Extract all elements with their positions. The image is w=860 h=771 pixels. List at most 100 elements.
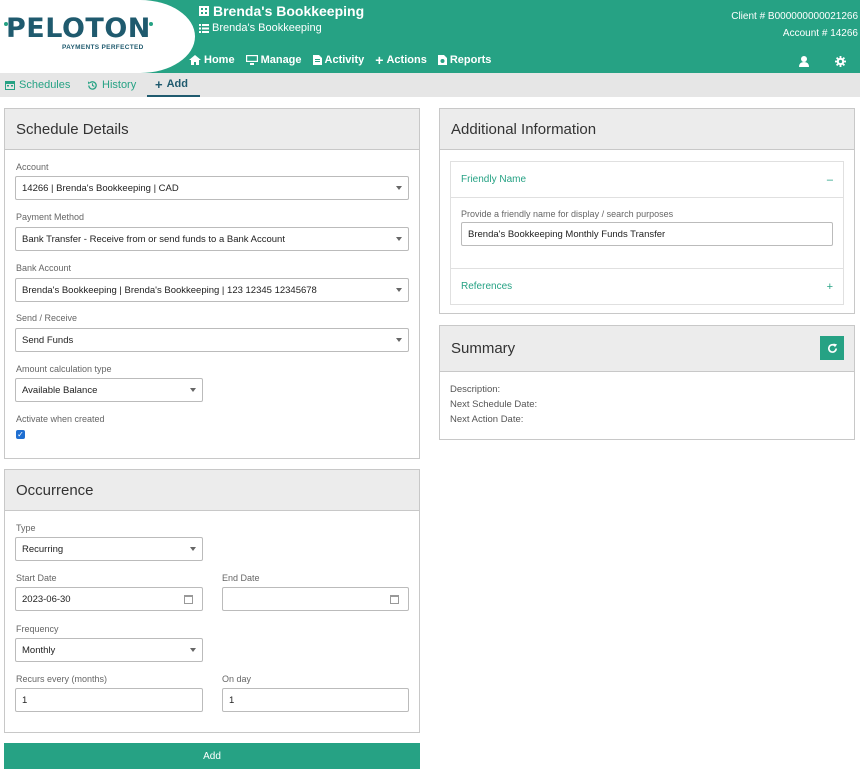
recurs-input[interactable]: 1 [15,688,203,712]
history-icon [87,80,97,90]
schedule-details-title: Schedule Details [5,109,419,150]
user-icon[interactable] [799,54,809,72]
logo-name: PELOTON [6,13,151,44]
on-day-value: 1 [229,694,235,706]
recurs-value: 1 [22,694,28,706]
tab-add[interactable]: + Add [147,73,200,97]
plus-icon: + [375,52,384,68]
tab-history[interactable]: History [87,73,136,97]
tab-schedules-label: Schedules [19,79,71,91]
account-select[interactable]: 14266 | Brenda's Bookkeeping | CAD [15,176,409,200]
tab-schedules[interactable]: Schedules [5,73,70,97]
business-title-text: Brenda's Bookkeeping [213,3,365,19]
chevron-down-icon [190,388,196,392]
collapse-icon[interactable]: – [827,174,833,186]
type-select[interactable]: Recurring [15,537,203,561]
payment-method-value: Bank Transfer - Receive from or send fun… [22,233,285,245]
on-day-label: On day [222,674,252,684]
activate-checkbox[interactable]: ✓ [16,430,25,439]
monitor-icon [245,55,258,65]
business-subtitle-text: Brenda's Bookkeeping [212,22,322,34]
start-date-label: Start Date [16,573,57,583]
main-nav: Home Manage Activity + Actions Reports [189,52,502,68]
refresh-icon [827,342,837,353]
additional-info-title: Additional Information [440,109,854,150]
friendly-name-header[interactable]: Friendly Name – [450,161,844,198]
end-date-label: End Date [222,573,260,583]
client-label: Client # [731,11,766,22]
add-button[interactable]: Add [4,743,420,769]
home-icon [189,55,201,65]
on-day-input[interactable]: 1 [222,688,409,712]
plus-icon: + [155,76,163,92]
send-receive-label: Send / Receive [16,313,78,323]
occurrence-title: Occurrence [5,470,419,511]
header-actions [799,54,846,72]
nav-activity[interactable]: Activity [312,54,365,66]
summary-next-action-label: Next Action Date: [450,414,524,425]
summary-panel: Summary Description: Next Schedule Date:… [439,325,855,440]
logo-tagline: PAYMENTS PERFECTED [62,44,144,51]
amount-calc-select[interactable]: Available Balance [15,378,203,402]
tab-history-label: History [102,79,137,91]
business-subtitle: Brenda's Bookkeeping [199,22,322,34]
calendar-icon [5,81,15,90]
client-number: B000000000021266 [767,11,858,22]
expand-icon[interactable]: + [827,281,833,293]
friendly-name-body: Provide a friendly name for display / se… [450,197,844,268]
bank-account-label: Bank Account [16,263,72,273]
references-header-label: References [461,281,513,292]
nav-actions[interactable]: + Actions [375,52,427,68]
document-icon [312,55,322,65]
nav-reports[interactable]: Reports [437,54,492,66]
chevron-down-icon [396,237,402,241]
logo[interactable]: PELOTON PAYMENTS PERFECTED [0,0,195,73]
logo-dot [149,22,153,26]
nav-home[interactable]: Home [189,54,235,66]
bank-account-value: Brenda's Bookkeeping | Brenda's Bookkeep… [22,284,317,296]
frequency-value: Monthly [22,644,56,656]
references-header[interactable]: References + [450,268,844,305]
chevron-down-icon [396,186,402,190]
type-value: Recurring [22,543,64,555]
payment-method-label: Payment Method [16,212,85,222]
account-label: Account # [782,28,828,39]
end-date-input[interactable] [222,587,409,611]
recurs-label: Recurs every (months) [16,674,108,684]
start-date-value: 2023-06-30 [22,593,71,605]
type-label: Type [16,523,36,533]
payment-method-select[interactable]: Bank Transfer - Receive from or send fun… [15,227,409,251]
chevron-down-icon [396,288,402,292]
nav-reports-label: Reports [449,54,492,66]
calendar-icon[interactable] [184,595,193,604]
summary-next-schedule-label: Next Schedule Date: [450,399,538,410]
report-icon [437,55,447,65]
calendar-icon[interactable] [390,595,399,604]
nav-manage-label: Manage [260,54,302,66]
chevron-down-icon [190,547,196,551]
nav-manage[interactable]: Manage [245,54,302,66]
building-icon [199,6,209,16]
bank-account-select[interactable]: Brenda's Bookkeeping | Brenda's Bookkeep… [15,278,409,302]
additional-info-panel: Additional Information Friendly Name – P… [439,108,855,314]
business-title: Brenda's Bookkeeping [199,3,364,19]
friendly-name-hint: Provide a friendly name for display / se… [461,209,674,219]
gear-icon[interactable] [835,54,846,72]
summary-description-label: Description: [450,384,501,395]
send-receive-value: Send Funds [22,334,74,346]
subtabs-bar: Schedules History + Add [0,73,860,97]
refresh-button[interactable] [820,336,844,360]
top-header: PELOTON PAYMENTS PERFECTED Brenda's Book… [0,0,860,73]
frequency-select[interactable]: Monthly [15,638,203,662]
start-date-input[interactable]: 2023-06-30 [15,587,203,611]
tab-add-label: Add [166,78,188,90]
chevron-down-icon [190,648,196,652]
nav-actions-label: Actions [386,54,427,66]
amount-calc-value: Available Balance [22,384,98,396]
activate-label: Activate when created [16,414,105,424]
frequency-label: Frequency [16,624,59,634]
send-receive-select[interactable]: Send Funds [15,328,409,352]
client-info: Client # B000000000021266 Account # 1426… [731,8,858,42]
friendly-name-input[interactable]: Brenda's Bookkeeping Monthly Funds Trans… [461,222,833,246]
nav-activity-label: Activity [324,54,365,66]
